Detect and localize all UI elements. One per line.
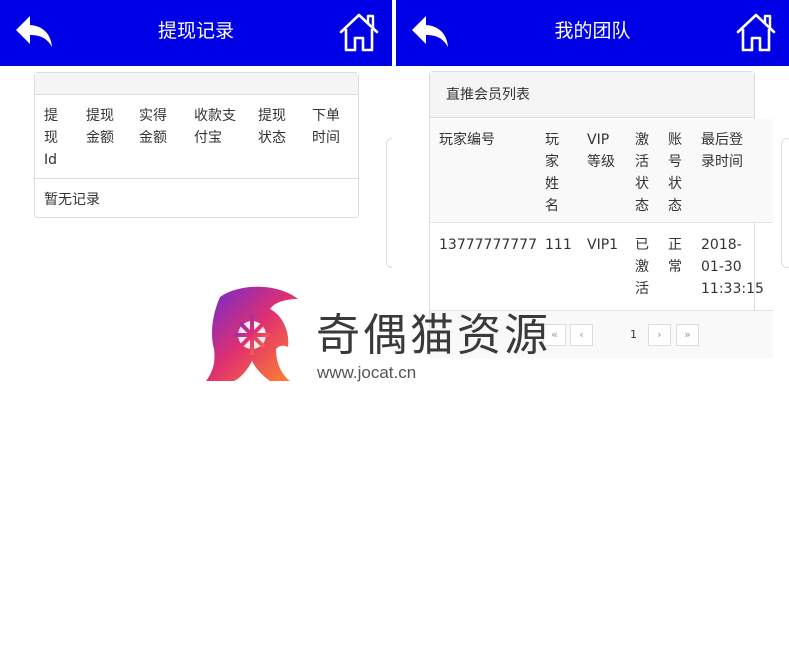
panel-title: 直推会员列表 <box>430 72 754 118</box>
cell-player-name: 111 <box>545 237 572 253</box>
col-header-vip-level: VIP 等级 <box>587 132 615 170</box>
empty-state-text: 暂无记录 <box>44 192 100 208</box>
col-header-withdraw-amount: 提现 金额 <box>86 108 114 146</box>
header-bar: 提现记录 <box>0 0 392 66</box>
pagination-next-button[interactable]: › <box>648 324 671 346</box>
col-header-alipay-account: 收款支 付宝 <box>194 108 236 146</box>
cell-account-status: 正常 <box>668 237 682 275</box>
table-header: 玩家编号 玩家姓名 VIP 等级 激活状态 账号状态 最后登 录时间 <box>430 119 773 223</box>
next-card-edge <box>781 138 789 268</box>
table-header: 提现 Id 提现 金额 实得 金额 收款支 付宝 提现 状态 下单 时间 <box>35 95 358 179</box>
next-card-edge <box>386 138 392 268</box>
col-header-player-name: 玩家姓名 <box>545 132 559 214</box>
panel-header <box>35 73 358 95</box>
my-team-screen: 我的团队 直推会员列表 玩家编号 玩家姓名 VIP 等级 激活状态 账号状态 最后… <box>396 0 789 671</box>
col-header-order-time: 下单 时间 <box>312 108 340 146</box>
pagination-last-button[interactable]: » <box>676 324 699 346</box>
withdrawal-records-screen: 提现记录 提现 Id 提现 金额 实得 金额 收款支 付宝 提现 状态 下单 时间 暂无记录 <box>0 0 392 671</box>
cell-last-login: 2018- 01-30 11:33:15 <box>701 237 764 297</box>
members-table-panel: 直推会员列表 玩家编号 玩家姓名 VIP 等级 激活状态 账号状态 最后登 录时间 … <box>429 71 773 358</box>
cell-activation-status: 已激活 <box>635 237 649 297</box>
cell-player-id: 13777777777 <box>439 237 537 253</box>
col-header-last-login: 最后登 录时间 <box>701 132 743 170</box>
page-title: 我的团队 <box>554 20 631 42</box>
pagination-prev-button[interactable]: ‹ <box>570 324 593 346</box>
withdrawal-table-panel: 提现 Id 提现 金额 实得 金额 收款支 付宝 提现 状态 下单 时间 暂无记录 <box>34 72 359 218</box>
home-icon[interactable] <box>735 11 777 53</box>
table-row: 13777777777 111 VIP1 已激活 正常 2018- 01-30 11… <box>430 224 773 310</box>
home-icon[interactable] <box>338 11 380 53</box>
col-header-activation-status: 激活状态 <box>635 132 649 214</box>
pagination-page-1[interactable]: 1 <box>622 324 645 346</box>
col-header-withdraw-status: 提现 状态 <box>258 108 286 146</box>
pagination-first-button[interactable]: « <box>543 324 566 346</box>
page-title: 提现记录 <box>157 20 234 42</box>
col-header-actual-amount: 实得 金额 <box>139 108 167 146</box>
pagination: « ‹ 1 › » <box>430 310 773 358</box>
col-header-withdraw-id: 提现 Id <box>44 108 58 168</box>
cell-vip-level: VIP1 <box>587 237 619 253</box>
header-bar: 我的团队 <box>396 0 789 66</box>
col-header-player-id: 玩家编号 <box>439 132 495 148</box>
col-header-account-status: 账号状态 <box>668 132 682 214</box>
